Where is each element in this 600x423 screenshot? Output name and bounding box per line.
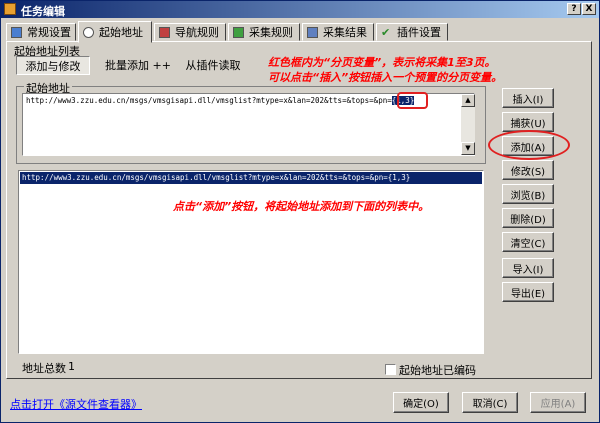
tab-label: 起始地址 (99, 26, 143, 39)
count-value: 1 (68, 360, 75, 373)
tab-label: 采集结果 (323, 26, 367, 39)
encode-checkbox[interactable] (385, 364, 396, 375)
app-icon (4, 3, 16, 15)
scroll-down-icon[interactable]: ▼ (461, 142, 475, 155)
clear-button[interactable]: 清空(C) (502, 232, 554, 252)
insert-button[interactable]: 插入(I) (502, 88, 554, 108)
cancel-button[interactable]: 取消(C) (462, 392, 518, 413)
delete-button[interactable]: 删除(D) (502, 208, 554, 228)
url-text: http://www3.zzu.edu.cn/msgs/vmsgisapi.dl… (26, 96, 392, 105)
title-bar: 任务编辑 ? X (1, 1, 599, 18)
capture-button[interactable]: 捕获(U) (502, 112, 554, 132)
apply-button[interactable]: 应用(A) (530, 392, 586, 413)
close-button[interactable]: X (582, 3, 596, 15)
tab-label: 采集规则 (249, 26, 293, 39)
annotation-note-1: 红色框内为“分页变量”，表示将采集1至3页。 (268, 56, 496, 69)
navigation-icon (159, 26, 170, 38)
tab-start-url[interactable]: 起始地址 (78, 21, 152, 43)
subtab-batch-add[interactable]: 批量添加 ++ (104, 56, 172, 73)
tab-label: 插件设置 (397, 26, 441, 39)
scroll-up-icon[interactable]: ▲ (461, 94, 475, 107)
tab-navigation[interactable]: 导航规则 (154, 23, 226, 41)
tab-label: 导航规则 (175, 26, 219, 39)
list-item[interactable]: http://www3.zzu.edu.cn/msgs/vmsgisapi.dl… (20, 172, 482, 184)
window-title: 任务编辑 (21, 5, 65, 18)
url-scrollbar[interactable]: ▲ ▼ (461, 94, 475, 155)
tab-collect-rules[interactable]: 采集规则 (228, 23, 300, 41)
collect-icon (233, 26, 244, 38)
tab-plugins[interactable]: ✔ 插件设置 (376, 23, 448, 41)
search-icon (83, 26, 94, 38)
help-button[interactable]: ? (567, 3, 581, 15)
encode-label: 起始地址已编码 (399, 364, 476, 377)
variable-highlight-box (397, 92, 428, 109)
source-viewer-link[interactable]: 点击打开《源文件查看器》 (10, 396, 142, 412)
ok-button[interactable]: 确定(O) (393, 392, 449, 413)
export-button[interactable]: 导出(E) (502, 282, 554, 302)
browse-button[interactable]: 浏览(B) (502, 184, 554, 204)
add-highlight-ellipse (488, 130, 570, 160)
tab-results[interactable]: 采集结果 (302, 23, 374, 41)
result-icon (307, 26, 318, 38)
general-icon (11, 26, 22, 38)
tab-label: 常规设置 (27, 26, 71, 39)
check-icon: ✔ (381, 25, 391, 39)
subtab-add-modify[interactable]: 添加与修改 (16, 56, 90, 75)
count-label: 地址总数 (22, 362, 66, 375)
import-button[interactable]: 导入(I) (502, 258, 554, 278)
subtab-plugin-read[interactable]: 从插件读取 (182, 56, 244, 73)
tab-general[interactable]: 常规设置 (6, 23, 76, 41)
modify-button[interactable]: 修改(S) (502, 160, 554, 180)
annotation-note-2: 可以点击“插入”按钮插入一个预置的分页变量。 (268, 71, 503, 84)
annotation-note-3: 点击“添加”按钮，将起始地址添加到下面的列表中。 (173, 200, 430, 213)
